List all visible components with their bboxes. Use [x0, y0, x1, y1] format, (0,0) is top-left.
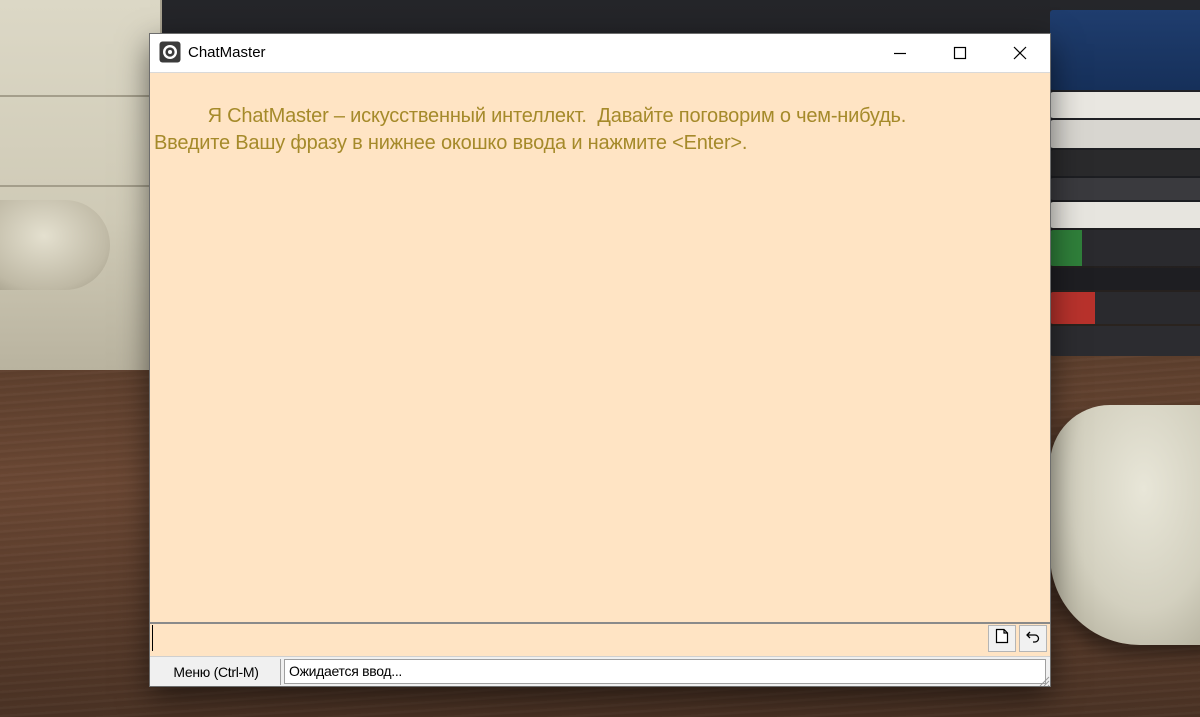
new-document-icon [995, 628, 1009, 649]
book [1050, 120, 1200, 148]
book [1050, 178, 1200, 200]
title-bar[interactable]: ChatMaster [150, 34, 1050, 73]
monitor-seam [0, 95, 160, 97]
book [1050, 292, 1200, 324]
resize-grip-icon[interactable] [1036, 673, 1050, 686]
book [1050, 92, 1200, 118]
close-button[interactable] [990, 34, 1050, 72]
minimize-icon [893, 46, 907, 60]
book [1050, 202, 1200, 228]
menu-button[interactable]: Меню (Ctrl-M) [152, 659, 281, 685]
close-icon [1013, 46, 1027, 60]
chat-transcript[interactable]: Я ChatMaster – искусственный интеллект. … [150, 73, 1050, 624]
book [1050, 268, 1200, 290]
maximize-button[interactable] [930, 34, 990, 72]
book [1050, 230, 1200, 266]
chatmaster-window: ChatMaster Я ChatMaster – искусственный … [150, 34, 1050, 686]
book [1050, 10, 1200, 90]
window-title: ChatMaster [188, 44, 266, 61]
chat-message-line: Введите Вашу фразу в нижнее окошко ввода… [154, 132, 748, 154]
status-message: Ожидается ввод... [284, 659, 1046, 684]
new-document-button[interactable] [988, 625, 1016, 652]
minimize-button[interactable] [870, 34, 930, 72]
undo-icon [1025, 629, 1041, 648]
book-stack [1050, 0, 1200, 380]
maximize-icon [953, 46, 967, 60]
computer-mouse [1050, 405, 1200, 645]
undo-button[interactable] [1019, 625, 1047, 652]
monitor-bezel [0, 0, 162, 370]
book [1050, 150, 1200, 176]
monitor-seam [0, 185, 160, 187]
app-logo-icon [159, 41, 181, 63]
input-row [150, 624, 1050, 654]
monitor-base [0, 200, 110, 290]
chat-message-line: Я ChatMaster – искусственный интеллект. … [154, 105, 907, 127]
status-bar: Меню (Ctrl-M) Ожидается ввод... [150, 656, 1050, 686]
phrase-input[interactable] [152, 625, 986, 651]
book [1050, 326, 1200, 356]
